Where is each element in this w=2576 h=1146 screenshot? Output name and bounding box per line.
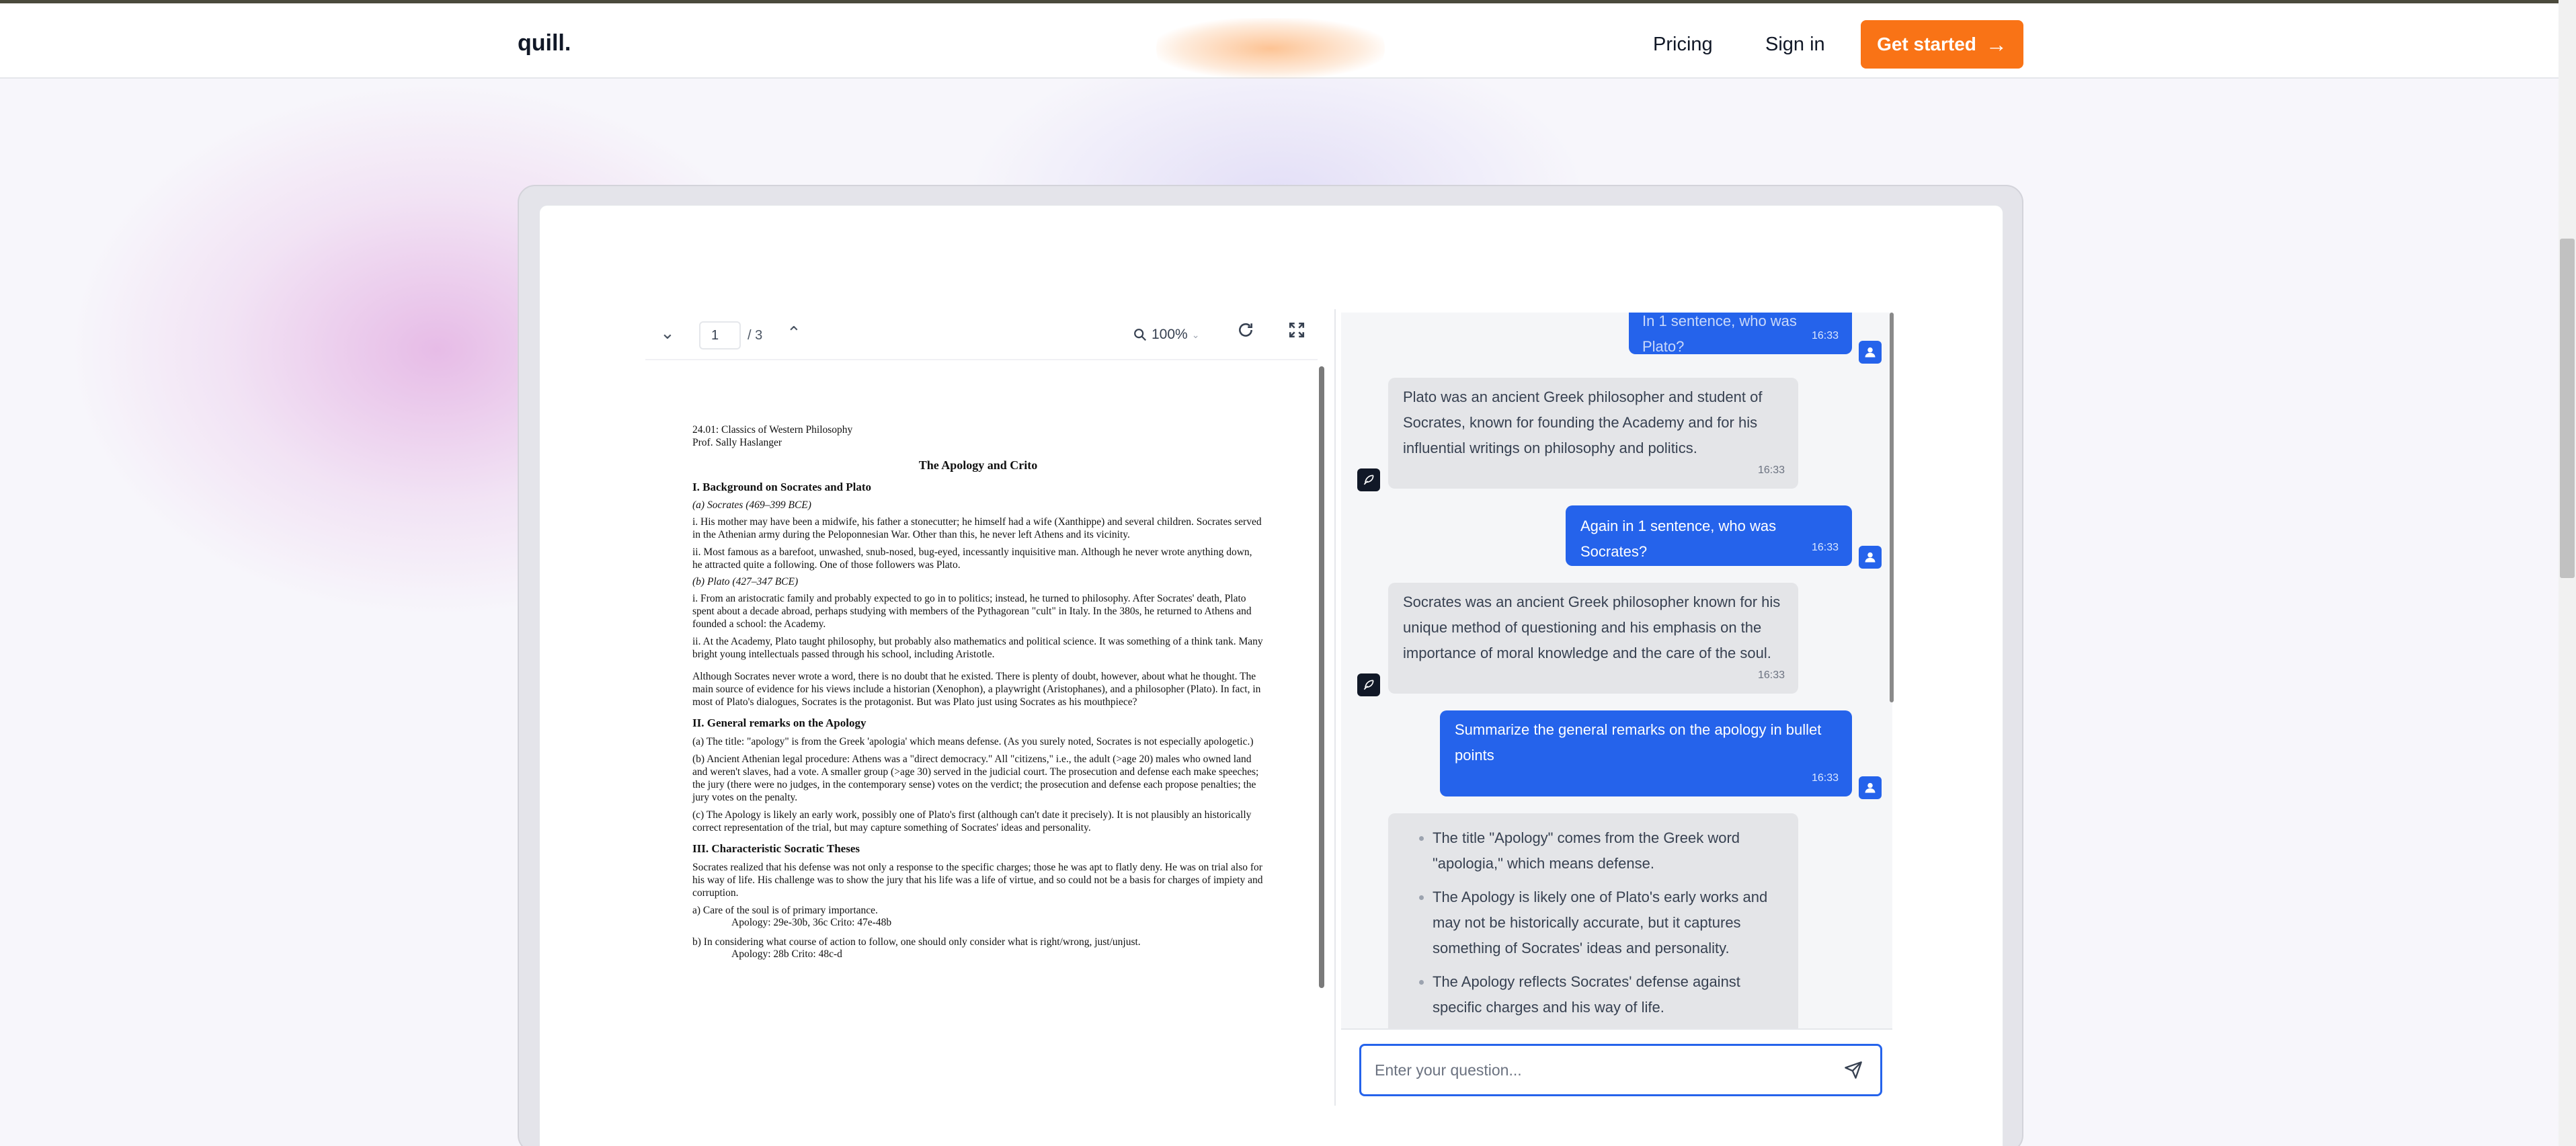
user-avatar bbox=[1859, 546, 1882, 569]
chevron-up-icon[interactable]: ⌃ bbox=[787, 323, 801, 343]
user-icon bbox=[1865, 347, 1876, 358]
feather-icon bbox=[1363, 475, 1374, 485]
subsection-heading: (b) Plato (427–347 BCE) bbox=[692, 576, 799, 587]
assistant-message: Socrates was an ancient Greek philosophe… bbox=[1388, 583, 1798, 694]
message-time: 16:33 bbox=[1757, 464, 1785, 476]
nav-glow bbox=[1156, 18, 1385, 79]
user-avatar bbox=[1859, 776, 1882, 799]
reference-line: Apology: 28b Crito: 48c-d bbox=[731, 948, 842, 960]
list-item: b) In considering what course of action … bbox=[692, 936, 1141, 948]
course-header: 24.01: Classics of Western Philosophy bbox=[692, 424, 853, 436]
top-navbar: quill. Pricing Sign in Get started → bbox=[0, 3, 2576, 79]
paragraph: (a) The title: "apology" is from the Gre… bbox=[692, 736, 1254, 747]
send-icon bbox=[1845, 1061, 1862, 1079]
pdf-toolbar: ⌄ / 3 ⌃ 100% ⌄ bbox=[645, 316, 1318, 360]
paragraph: Although Socrates never wrote a word, th… bbox=[692, 671, 1261, 708]
search-icon bbox=[1134, 329, 1147, 341]
assistant-message: The title "Apology" comes from the Greek… bbox=[1388, 813, 1798, 1028]
page-total: / 3 bbox=[748, 328, 763, 343]
panel-divider bbox=[1334, 309, 1336, 1106]
arrow-right-icon: → bbox=[1985, 32, 2007, 56]
list-item: The Apology reflects Socrates' defense a… bbox=[1433, 969, 1783, 1020]
zoom-level: 100% bbox=[1152, 327, 1188, 342]
message-text: Plato was an ancient Greek philosopher a… bbox=[1403, 388, 1763, 456]
page-scrollbar-thumb[interactable] bbox=[2560, 239, 2575, 578]
user-icon bbox=[1865, 782, 1876, 793]
zoom-dropdown[interactable]: 100% ⌄ bbox=[1133, 327, 1199, 343]
logo[interactable]: quill. bbox=[518, 30, 571, 56]
assistant-avatar bbox=[1357, 468, 1380, 491]
list-item: a) Care of the soul is of primary import… bbox=[692, 905, 878, 916]
paragraph: Socrates realized that his defense was n… bbox=[692, 862, 1263, 899]
reference-line: Apology: 29e-30b, 36c Crito: 47e-48b bbox=[731, 917, 892, 928]
chat-messages: In 1 sentence, who was Plato? 16:33 Plat… bbox=[1341, 313, 1892, 1028]
bullet-list: The title "Apology" comes from the Greek… bbox=[1415, 825, 1783, 1020]
message-time: 16:33 bbox=[1757, 669, 1785, 681]
feather-icon bbox=[1363, 680, 1374, 690]
user-avatar bbox=[1859, 341, 1882, 364]
user-message: Summarize the general remarks on the apo… bbox=[1440, 710, 1852, 796]
message-time: 16:33 bbox=[1811, 330, 1839, 341]
get-started-button[interactable]: Get started → bbox=[1861, 20, 2023, 69]
chevron-down-icon[interactable]: ⌄ bbox=[660, 323, 675, 343]
paragraph: (b) Ancient Athenian legal procedure: At… bbox=[692, 753, 1259, 803]
message-text: In 1 sentence, who was Plato? bbox=[1642, 313, 1797, 355]
send-button[interactable] bbox=[1844, 1061, 1864, 1081]
message-time: 16:33 bbox=[1811, 542, 1839, 553]
list-item: The Apology is likely one of Plato's ear… bbox=[1433, 885, 1783, 961]
paragraph: i. His mother may have been a midwife, h… bbox=[692, 516, 1262, 540]
fullscreen-icon[interactable] bbox=[1288, 321, 1305, 343]
paragraph: (c) The Apology is likely an early work,… bbox=[692, 809, 1252, 833]
pdf-scrollbar[interactable] bbox=[1319, 366, 1324, 988]
user-message: Again in 1 sentence, who was Socrates? 1… bbox=[1566, 505, 1852, 566]
paragraph: ii. Most famous as a barefoot, unwashed,… bbox=[692, 546, 1252, 571]
document-title: The Apology and Crito bbox=[918, 458, 1038, 472]
message-text: Summarize the general remarks on the apo… bbox=[1455, 721, 1822, 764]
paragraph: ii. At the Academy, Plato taught philoso… bbox=[692, 636, 1263, 660]
chat-input-box bbox=[1359, 1044, 1882, 1096]
section-heading: I. Background on Socrates and Plato bbox=[692, 481, 872, 493]
message-time: 16:33 bbox=[1811, 772, 1839, 784]
message-text: Socrates was an ancient Greek philosophe… bbox=[1403, 594, 1781, 661]
assistant-avatar bbox=[1357, 673, 1380, 696]
sign-in-link[interactable]: Sign in bbox=[1765, 34, 1825, 56]
message-text: Again in 1 sentence, who was Socrates? bbox=[1580, 518, 1777, 560]
subsection-heading: (a) Socrates (469–399 BCE) bbox=[692, 499, 811, 511]
assistant-message: Plato was an ancient Greek philosopher a… bbox=[1388, 378, 1798, 489]
chat-scrollbar[interactable] bbox=[1890, 313, 1894, 702]
paragraph: i. From an aristocratic family and proba… bbox=[692, 593, 1252, 630]
question-input[interactable] bbox=[1375, 1055, 1832, 1085]
get-started-label: Get started bbox=[1877, 34, 1976, 54]
chat-divider bbox=[1341, 1028, 1892, 1030]
page-number-input[interactable] bbox=[699, 321, 741, 350]
list-item: The title "Apology" comes from the Greek… bbox=[1433, 825, 1783, 876]
pricing-link[interactable]: Pricing bbox=[1653, 34, 1713, 56]
professor-header: Prof. Sally Haslanger bbox=[692, 437, 782, 448]
section-heading: II. General remarks on the Apology bbox=[692, 717, 867, 729]
chevron-down-icon: ⌄ bbox=[1191, 329, 1200, 340]
user-message: In 1 sentence, who was Plato? 16:33 bbox=[1629, 313, 1852, 355]
rotate-icon[interactable] bbox=[1237, 321, 1254, 343]
pdf-page: 24.01: Classics of Western Philosophy Pr… bbox=[692, 423, 1264, 1102]
user-icon bbox=[1865, 552, 1876, 563]
section-heading: III. Characteristic Socratic Theses bbox=[692, 842, 860, 855]
